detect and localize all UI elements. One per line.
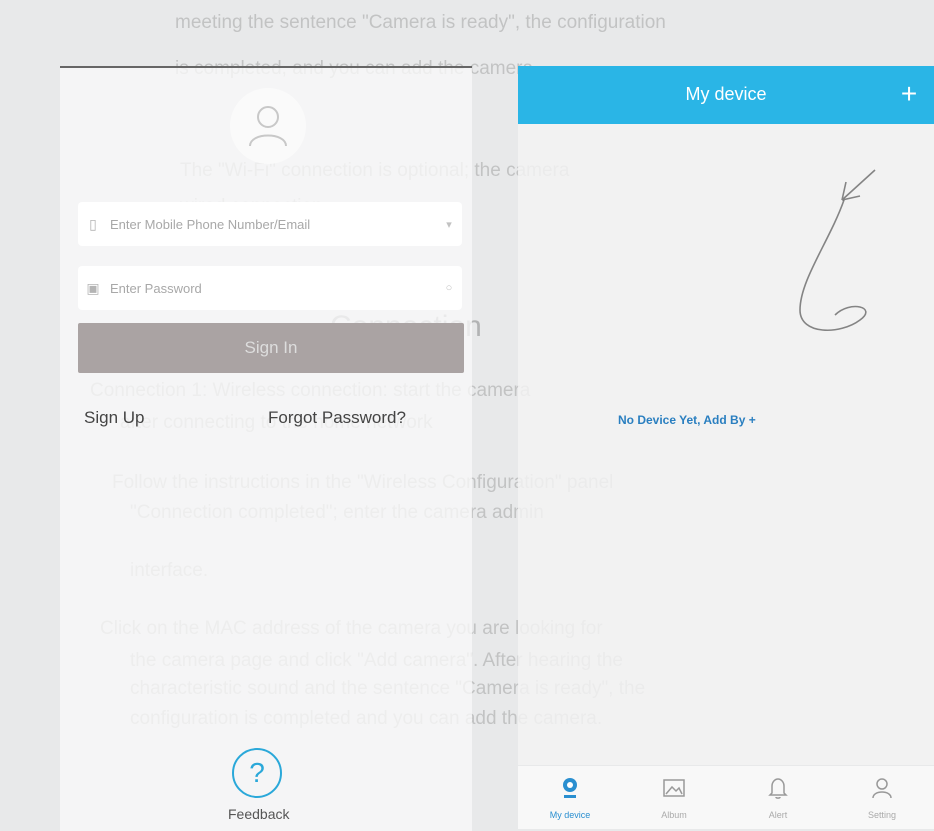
sign-in-button[interactable]: Sign In — [78, 323, 464, 373]
tab-my-device[interactable]: My device — [518, 766, 622, 829]
tab-alert[interactable]: Alert — [726, 766, 830, 829]
phone-email-input[interactable] — [108, 215, 436, 233]
device-header: My device + — [518, 66, 934, 124]
password-input[interactable] — [108, 279, 436, 297]
page-title: My device — [685, 84, 767, 104]
handdrawn-arrow-annotation — [799, 169, 876, 331]
user-icon — [249, 106, 287, 147]
lock-icon: ▣ — [86, 279, 100, 296]
avatar — [230, 88, 306, 164]
tab-setting[interactable]: Setting — [830, 766, 934, 829]
phone-email-field[interactable]: ▯ ▾ — [78, 202, 462, 246]
tab-album[interactable]: Album — [622, 766, 726, 829]
empty-device-hint[interactable]: No Device Yet, Add By + — [618, 413, 756, 427]
password-field[interactable]: ▣ ○ — [78, 266, 462, 310]
tab-label: Alert — [768, 810, 788, 820]
add-device-button[interactable]: + — [894, 76, 924, 112]
tab-label: Setting — [867, 810, 897, 820]
picture-icon — [663, 779, 685, 797]
feedback-icon[interactable]: ? — [232, 748, 282, 798]
feedback-label[interactable]: Feedback — [228, 806, 289, 822]
show-password-icon[interactable]: ○ — [436, 282, 462, 294]
tab-label: My device — [549, 810, 591, 820]
person-icon — [872, 778, 892, 799]
tab-label: Album — [661, 810, 687, 820]
phone-icon: ▯ — [89, 215, 97, 232]
bg-line: meeting the sentence "Camera is ready", … — [175, 12, 666, 33]
bell-icon — [768, 778, 788, 799]
sign-up-link[interactable]: Sign Up — [84, 408, 144, 428]
location-pin-icon — [563, 778, 577, 798]
login-screen: ▯ ▾ ▣ ○ Sign In Sign Up Forgot Password?… — [60, 66, 472, 831]
forgot-password-link[interactable]: Forgot Password? — [268, 408, 406, 428]
clear-icon[interactable]: ▾ — [436, 218, 462, 231]
bottom-tab-bar: My device Album Alert Setting — [518, 766, 934, 829]
